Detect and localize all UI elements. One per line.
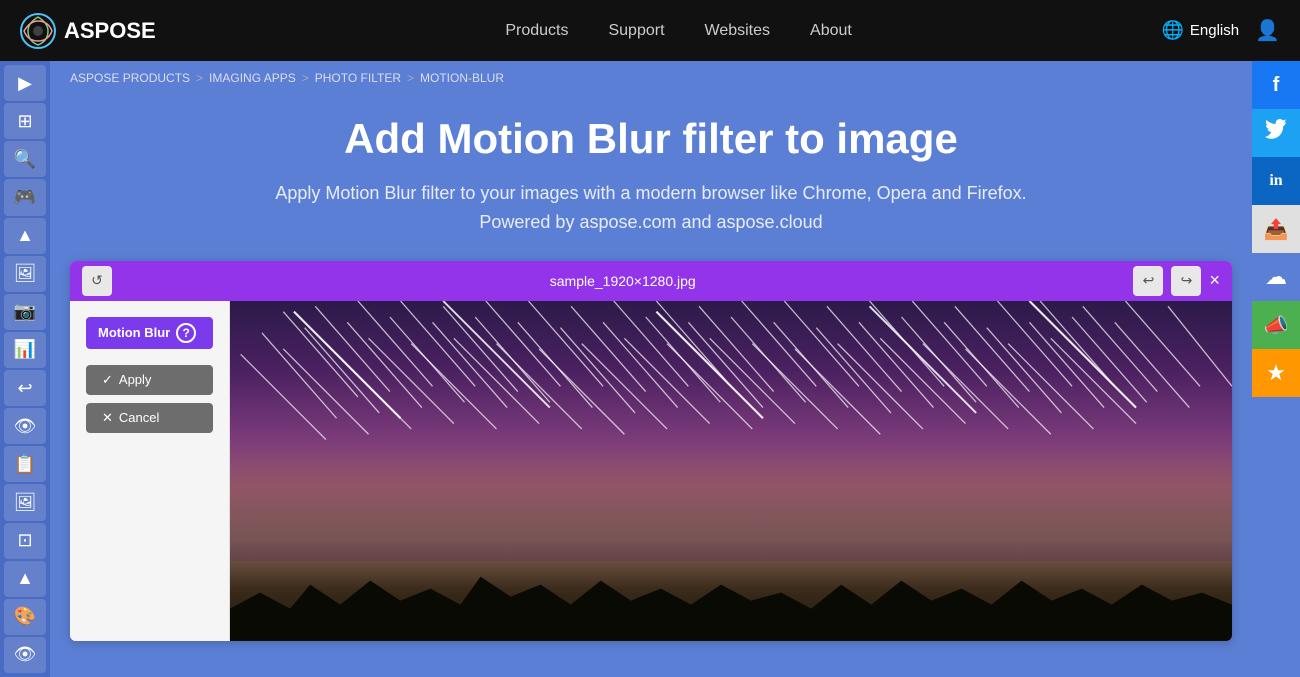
social-cloud-btn[interactable]: ☁	[1252, 253, 1300, 301]
language-selector[interactable]: 🌐 English	[1161, 20, 1239, 41]
sidebar-btn-next[interactable]: ▶	[4, 65, 46, 101]
sidebar-btn-peak[interactable]: ▲	[4, 561, 46, 597]
nav-about[interactable]: About	[810, 22, 852, 40]
facebook-icon: f	[1273, 74, 1280, 97]
tool-side-panel: Motion Blur ? ✓ Apply ✕ Cancel	[70, 301, 230, 641]
linkedin-icon: in	[1269, 172, 1282, 190]
sidebar-btn-list[interactable]: 📋	[4, 446, 46, 482]
nav-products[interactable]: Products	[505, 22, 568, 40]
sidebar-btn-undo[interactable]: ↩	[4, 370, 46, 406]
sidebar-btn-chart[interactable]: 📊	[4, 332, 46, 368]
breadcrumb: ASPOSE PRODUCTS > IMAGING APPS > PHOTO F…	[50, 61, 1252, 95]
megaphone-icon: 📣	[1264, 313, 1289, 338]
image-display-area	[230, 301, 1232, 641]
filter-name-badge: Motion Blur ?	[86, 317, 213, 349]
breadcrumb-item-1[interactable]: IMAGING APPS	[209, 71, 296, 85]
undo-button[interactable]: ↩	[1133, 266, 1163, 296]
breadcrumb-item-2[interactable]: PHOTO FILTER	[315, 71, 401, 85]
image-bar-left-controls: ↺	[82, 266, 112, 296]
brand-logo[interactable]: ASPOSE	[20, 13, 156, 49]
social-star-btn[interactable]: ★	[1252, 349, 1300, 397]
left-sidebar: ▶ ⊞ 🔍 🎮 ▲ 🖼 📷 📊 ↩ 👁 📋 🖼 ⊡ ▲ 🎨 👁	[0, 61, 50, 677]
sidebar-btn-image2[interactable]: 🖼	[4, 484, 46, 520]
cancel-button[interactable]: ✕ Cancel	[86, 403, 213, 433]
sidebar-btn-eye[interactable]: 👁	[4, 408, 46, 444]
apply-button[interactable]: ✓ Apply	[86, 365, 213, 395]
sidebar-btn-view[interactable]: 👁	[4, 637, 46, 673]
nav-right: 🌐 English 👤	[1161, 18, 1280, 43]
redo-button[interactable]: ↪	[1171, 266, 1201, 296]
image-placeholder	[230, 301, 1232, 641]
help-icon[interactable]: ?	[176, 323, 196, 343]
language-label: English	[1190, 22, 1239, 39]
share-icon: 📤	[1264, 217, 1289, 242]
sidebar-btn-palette[interactable]: 🎨	[4, 599, 46, 635]
top-navigation: ASPOSE Products Support Websites About 🌐…	[0, 0, 1300, 61]
social-share-btn[interactable]: 📤	[1252, 205, 1300, 253]
social-sidebar: f in 📤 ☁ 📣 ★	[1252, 61, 1300, 397]
tool-panel: ↺ sample_1920×1280.jpg ↩ ↪ × Motion Blur…	[70, 261, 1232, 641]
apply-label: Apply	[119, 372, 152, 387]
sidebar-btn-image1[interactable]: 🖼	[4, 256, 46, 292]
hero-section: Add Motion Blur filter to image Apply Mo…	[50, 95, 1252, 261]
sidebar-btn-camera[interactable]: 📷	[4, 294, 46, 330]
image-filename: sample_1920×1280.jpg	[112, 273, 1133, 289]
breadcrumb-sep-0: >	[196, 71, 203, 85]
hero-subtitle: Apply Motion Blur filter to your images …	[90, 179, 1212, 237]
twitter-icon	[1265, 119, 1287, 147]
sidebar-btn-zoom[interactable]: 🔍	[4, 141, 46, 177]
star-icon: ★	[1266, 360, 1286, 386]
image-bar-right-controls: ↩ ↪ ×	[1133, 266, 1220, 296]
social-linkedin-btn[interactable]: in	[1252, 157, 1300, 205]
cancel-x-icon: ✕	[102, 410, 113, 426]
breadcrumb-sep-2: >	[407, 71, 414, 85]
social-twitter-btn[interactable]	[1252, 109, 1300, 157]
main-content: ASPOSE PRODUCTS > IMAGING APPS > PHOTO F…	[50, 61, 1252, 677]
nav-support[interactable]: Support	[608, 22, 664, 40]
cloud-overlay	[230, 461, 1232, 561]
user-icon[interactable]: 👤	[1255, 18, 1280, 43]
breadcrumb-item-0[interactable]: ASPOSE PRODUCTS	[70, 71, 190, 85]
sidebar-btn-mountain[interactable]: ▲	[4, 218, 46, 254]
sidebar-btn-game[interactable]: 🎮	[4, 179, 46, 215]
cancel-label: Cancel	[119, 410, 159, 425]
nav-links: Products Support Websites About	[196, 22, 1162, 40]
sidebar-btn-box[interactable]: ⊡	[4, 523, 46, 559]
apply-checkmark-icon: ✓	[102, 372, 113, 388]
globe-icon: 🌐	[1161, 20, 1183, 41]
social-facebook-btn[interactable]: f	[1252, 61, 1300, 109]
breadcrumb-sep-1: >	[302, 71, 309, 85]
breadcrumb-item-3[interactable]: MOTION-BLUR	[420, 71, 504, 85]
page-title: Add Motion Blur filter to image	[90, 115, 1212, 163]
tool-body: Motion Blur ? ✓ Apply ✕ Cancel	[70, 301, 1232, 641]
social-megaphone-btn[interactable]: 📣	[1252, 301, 1300, 349]
powered-by: Powered by aspose.com and aspose.cloud	[479, 212, 822, 232]
sidebar-btn-grid[interactable]: ⊞	[4, 103, 46, 139]
cloud-icon: ☁	[1265, 264, 1287, 290]
refresh-button[interactable]: ↺	[82, 266, 112, 296]
brand-name: ASPOSE	[64, 18, 156, 44]
close-icon[interactable]: ×	[1209, 270, 1220, 291]
nav-websites[interactable]: Websites	[705, 22, 771, 40]
image-bar: ↺ sample_1920×1280.jpg ↩ ↪ ×	[70, 261, 1232, 301]
